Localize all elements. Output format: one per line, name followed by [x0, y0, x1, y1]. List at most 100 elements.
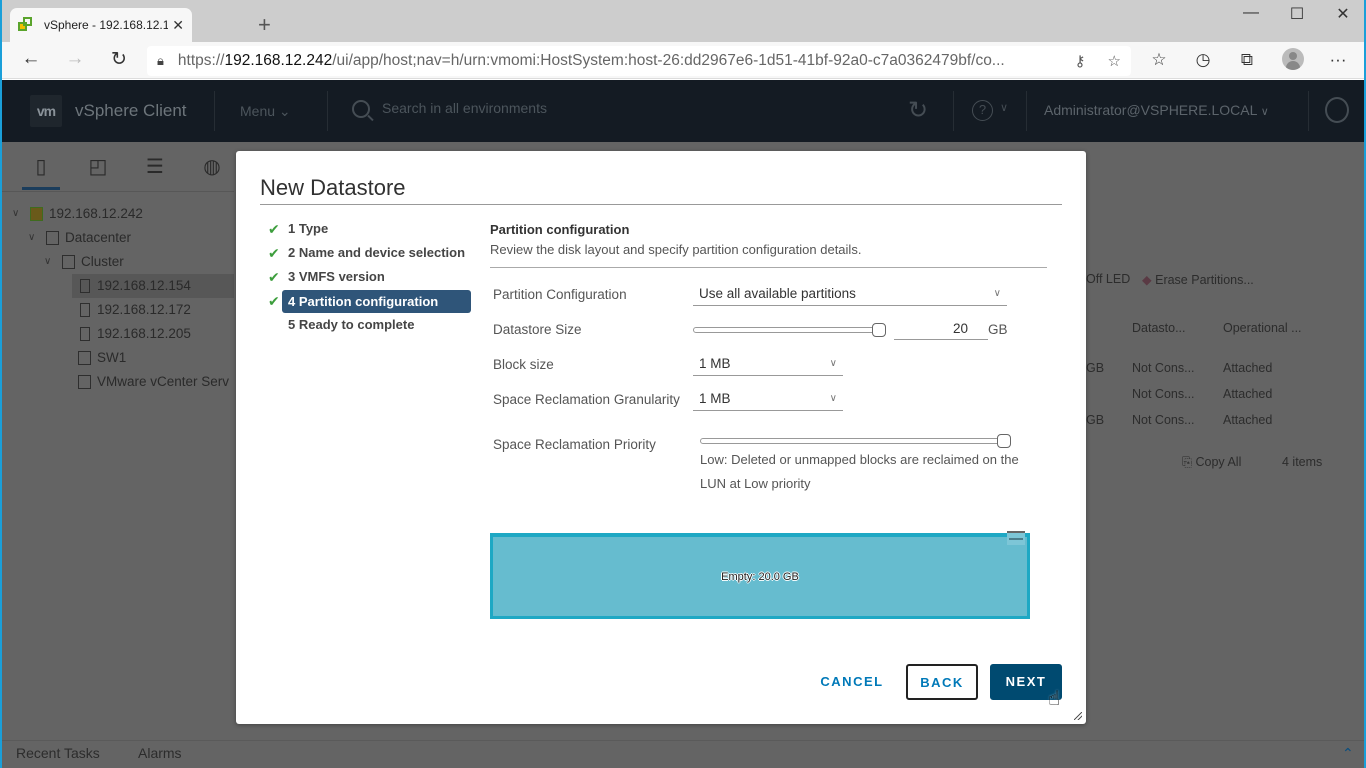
header-divider: [1026, 91, 1027, 131]
priority-description: Low: Deleted or unmapped blocks are recl…: [700, 452, 1019, 491]
minimize-icon[interactable]: —: [1228, 4, 1274, 22]
reclamation-priority-slider[interactable]: [700, 434, 1011, 448]
turn-off-led-action[interactable]: Off LED: [1086, 272, 1130, 286]
profile-avatar[interactable]: [1282, 48, 1304, 70]
storage-tab-icon[interactable]: ☰: [136, 154, 174, 190]
step-label: 2 Name and device selection: [288, 245, 466, 260]
new-tab-icon[interactable]: +: [258, 12, 271, 38]
action-label: Erase Partitions...: [1155, 273, 1254, 287]
copy-icon: ⎘: [1182, 455, 1193, 469]
wizard-steps: ✔ 1 Type ✔ 2 Name and device selection ✔ 3 …: [266, 217, 471, 337]
expand-up-icon[interactable]: ⌃: [1342, 745, 1354, 762]
chevron-down-icon[interactable]: ∨: [12, 202, 19, 226]
tree-label: SW1: [97, 350, 127, 365]
recent-tasks-tab[interactable]: Recent Tasks: [16, 745, 100, 761]
checkmark-icon: ✔: [268, 293, 280, 309]
datacenter-icon: [46, 231, 59, 245]
tree-item[interactable]: ∨ 192.168.12.242: [2, 202, 234, 226]
dialog-resize-grip-icon[interactable]: [1074, 712, 1082, 720]
chevron-down-icon: ∨: [829, 358, 837, 369]
host-icon: [80, 327, 90, 341]
header-divider: [953, 91, 954, 131]
tree-item[interactable]: 192.168.12.172: [72, 298, 234, 322]
wizard-step-active[interactable]: ✔ 4 Partition configuration: [266, 289, 471, 313]
section-divider: [490, 267, 1047, 268]
tree-item[interactable]: SW1: [72, 346, 234, 370]
copy-all-button[interactable]: ⎘ Copy All: [1182, 455, 1241, 470]
column-header[interactable]: Datasto...: [1132, 321, 1186, 335]
column-header[interactable]: Operational ...: [1223, 321, 1302, 335]
datastore-size-label: Datastore Size: [493, 322, 582, 337]
slider-handle[interactable]: [872, 323, 886, 337]
section-title: Partition configuration: [490, 222, 630, 237]
step-label: 5 Ready to complete: [288, 317, 415, 332]
browser-tab[interactable]: vSphere - 192.168.12.154 - Stora ✕: [10, 8, 192, 42]
tree-label: Cluster: [81, 254, 124, 269]
key-icon[interactable]: ⚷: [1075, 52, 1086, 70]
close-window-icon[interactable]: ✕: [1320, 4, 1366, 24]
help-icon[interactable]: ?: [972, 100, 993, 121]
refresh-icon[interactable]: ↻: [908, 96, 928, 125]
chevron-down-icon[interactable]: ∨: [28, 226, 35, 250]
chevron-down-icon[interactable]: ∨: [44, 250, 51, 274]
hand-cursor-icon: ☝: [1048, 688, 1061, 710]
add-favorite-icon[interactable]: ☆: [1108, 52, 1121, 70]
maximize-icon[interactable]: ☐: [1274, 4, 1320, 24]
granularity-select[interactable]: 1 MB ∨: [693, 389, 843, 411]
partition-resize-handle[interactable]: [1007, 531, 1025, 545]
back-button[interactable]: BACK: [906, 664, 978, 700]
step-label: 3 VMFS version: [288, 269, 385, 284]
close-tab-icon[interactable]: ✕: [172, 17, 184, 34]
vms-templates-tab-icon[interactable]: ◰: [79, 154, 117, 190]
browser-toolbar: ← → ↻ 🔒︎ https://192.168.12.242/ui/app/h…: [2, 42, 1364, 79]
url-path: /ui/app/host;nav=h/urn:vmomi:HostSystem:…: [332, 52, 1005, 69]
forward-arrow-icon[interactable]: →: [60, 48, 90, 70]
partition-config-select[interactable]: Use all available partitions ∨: [693, 284, 1007, 306]
tree-item[interactable]: 192.168.12.205: [72, 322, 234, 346]
global-search-input[interactable]: [382, 100, 782, 116]
tree-item[interactable]: 192.168.12.154: [72, 274, 234, 298]
chevron-down-icon[interactable]: ∨: [1000, 101, 1008, 114]
host-icon: [80, 279, 90, 293]
tree-item[interactable]: ∨ Cluster: [2, 250, 234, 274]
address-bar[interactable]: 🔒︎ https://192.168.12.242/ui/app/host;na…: [147, 46, 1131, 76]
more-icon[interactable]: ···: [1324, 50, 1352, 70]
slider-handle[interactable]: [997, 434, 1011, 448]
chevron-down-icon: ∨: [829, 393, 837, 404]
alarms-tab[interactable]: Alarms: [138, 745, 182, 761]
back-arrow-icon[interactable]: ←: [16, 48, 46, 70]
wizard-step[interactable]: ✔ 1 Type: [266, 217, 471, 241]
erase-partitions-action[interactable]: ◆ Erase Partitions...: [1142, 272, 1254, 287]
datastore-size-slider[interactable]: [693, 323, 886, 337]
menu-button[interactable]: Menu ⌄: [240, 103, 291, 120]
table-cell: Not Cons...: [1132, 361, 1195, 375]
collections-icon[interactable]: ⧉: [1233, 50, 1261, 70]
inventory-tree: ∨ 192.168.12.242 ∨ Datacenter ∨ Cluster …: [2, 202, 234, 394]
header-divider: [327, 91, 328, 131]
table-cell: GB: [1086, 361, 1105, 375]
eraser-icon: ◆: [1142, 273, 1152, 287]
cancel-button[interactable]: CANCEL: [810, 664, 894, 700]
favorites-icon[interactable]: ☆: [1145, 50, 1173, 70]
storage-devices-panel: Off LED ◆ Erase Partitions... Datasto...…: [1086, 142, 1366, 768]
wizard-step[interactable]: ✔ 2 Name and device selection: [266, 241, 471, 265]
tree-label: 192.168.12.154: [97, 278, 191, 293]
wizard-step[interactable]: ✔ 3 VMFS version: [266, 265, 471, 289]
host-icon: [80, 303, 90, 317]
feedback-smiley-icon[interactable]: [1325, 97, 1349, 123]
vapp-icon: [78, 375, 91, 389]
history-icon[interactable]: ◷: [1189, 50, 1217, 70]
reload-icon[interactable]: ↻: [104, 48, 134, 71]
networking-tab-icon[interactable]: ◍: [193, 154, 231, 190]
block-size-select[interactable]: 1 MB ∨: [693, 354, 843, 376]
url-host: 192.168.12.242: [224, 52, 333, 69]
tree-label: 192.168.12.205: [97, 326, 191, 341]
wizard-step[interactable]: 5 Ready to complete: [266, 313, 471, 337]
datastore-size-input[interactable]: [894, 318, 988, 340]
hosts-clusters-tab-icon[interactable]: ▯: [22, 154, 60, 190]
checkmark-icon: ✔: [268, 245, 280, 261]
tree-item[interactable]: ∨ Datacenter: [2, 226, 234, 250]
tree-item[interactable]: VMware vCenter Serv: [72, 370, 234, 394]
disk-layout-bar[interactable]: Empty: 20.0 GB: [490, 531, 1030, 619]
user-menu[interactable]: Administrator@VSPHERE.LOCAL ∨: [1044, 102, 1269, 118]
